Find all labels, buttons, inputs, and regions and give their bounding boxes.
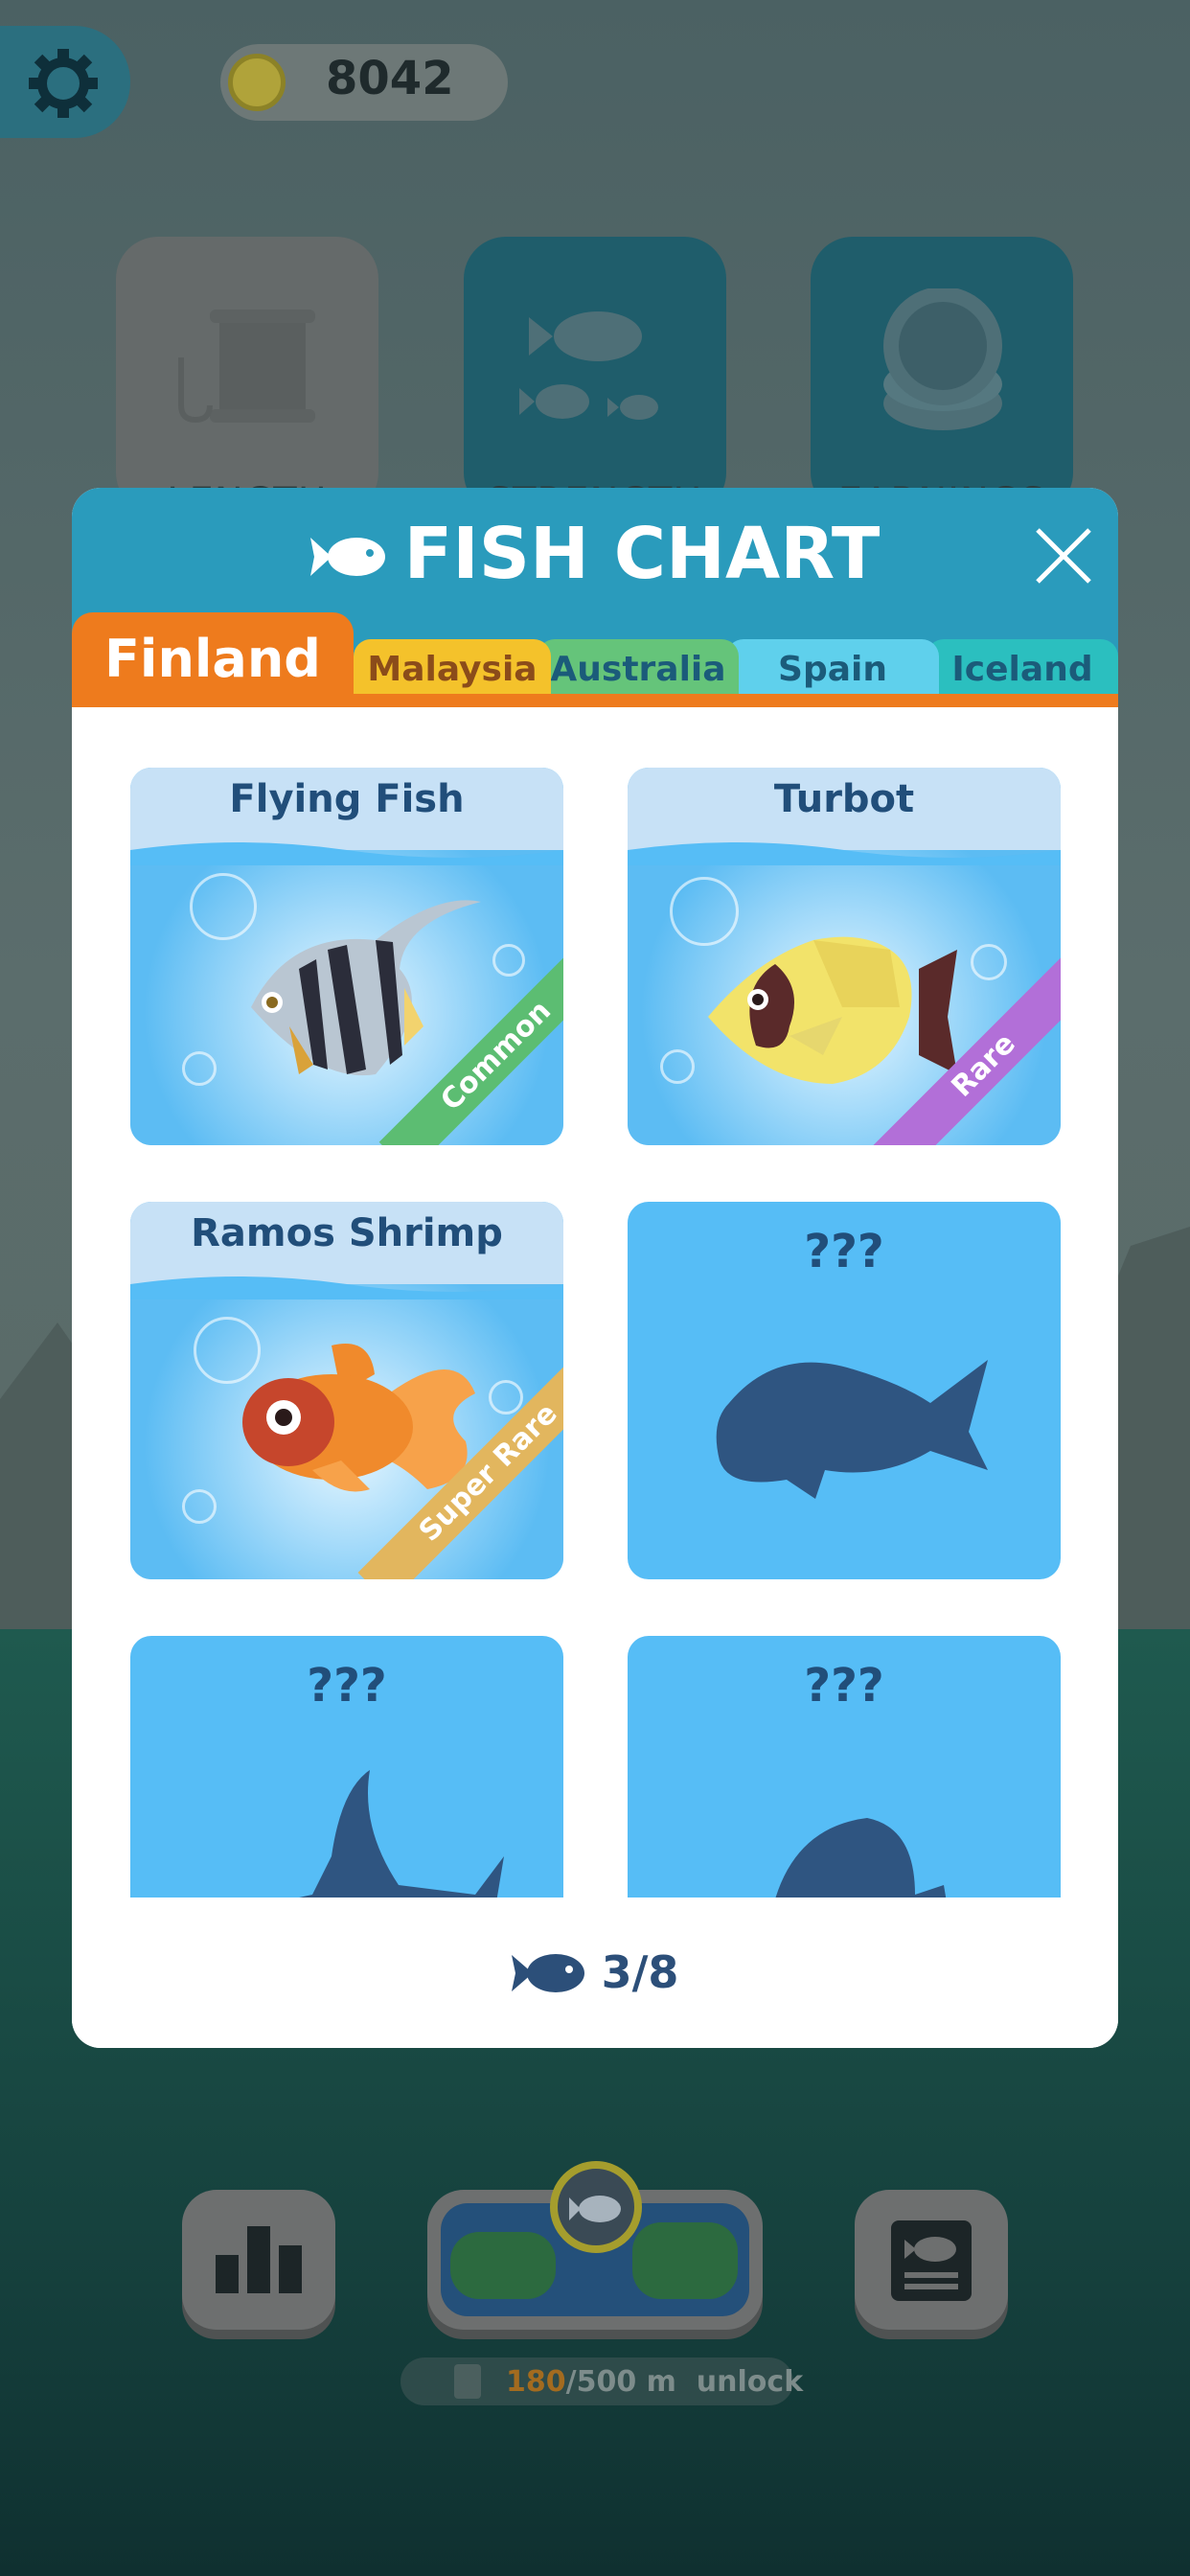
- tab-finland[interactable]: Finland: [72, 612, 354, 706]
- fish-name: ???: [804, 1659, 884, 1713]
- fish-chart-dialog: FISH CHART Iceland Spain Australia Malay…: [72, 488, 1118, 2048]
- gear-icon: [29, 49, 98, 118]
- upgrade-length-button[interactable]: LENGTH: [116, 237, 378, 524]
- fish-book-button[interactable]: [855, 2190, 1008, 2330]
- fish-icon: [511, 1954, 584, 1992]
- coin-counter: 8042: [220, 44, 508, 121]
- spool-icon: [454, 2364, 481, 2399]
- fish-card-turbot[interactable]: Turbot Rare: [628, 768, 1061, 1145]
- tab-spain[interactable]: Spain: [726, 639, 939, 701]
- tab-australia[interactable]: Australia: [538, 639, 739, 701]
- bar-chart-icon: [216, 2226, 302, 2293]
- fish-silhouette-icon: [716, 1360, 988, 1499]
- fish-card-ramos-shrimp[interactable]: Ramos Shrimp Super Rare: [130, 1202, 563, 1579]
- coin-stack-icon: [883, 288, 1002, 430]
- unlock-target-depth: /500 m unlock: [565, 2365, 804, 2399]
- dialog-title: FISH CHART: [72, 513, 1118, 595]
- angelfish-icon: [251, 900, 481, 1076]
- fish-name: ???: [307, 1659, 387, 1713]
- butterflyfish-icon: [708, 936, 957, 1084]
- unlock-current-depth: 180: [506, 2365, 566, 2399]
- tabs-underline: [72, 694, 1118, 707]
- dialog-header: FISH CHART Iceland Spain Australia Malay…: [72, 488, 1118, 707]
- fish-group-icon: [519, 311, 658, 420]
- stats-button[interactable]: [182, 2190, 335, 2330]
- upgrade-earnings-button[interactable]: EARNINGS: [811, 237, 1073, 524]
- tab-malaysia[interactable]: Malaysia: [354, 639, 551, 701]
- map-pin-icon: [550, 2161, 642, 2253]
- fish-name: Ramos Shrimp: [191, 1211, 503, 1255]
- fish-progress-counter: 3/8: [72, 1946, 1118, 1998]
- card-wave: [130, 1276, 563, 1300]
- fish-name: Flying Fish: [229, 777, 465, 821]
- coin-icon: [228, 54, 286, 111]
- spool-icon: [178, 310, 315, 424]
- book-icon: [891, 2220, 972, 2301]
- fish-name: Turbot: [773, 777, 915, 821]
- unlock-progress: 180/500 m unlock: [400, 2358, 803, 2405]
- dialog-title-text: FISH CHART: [403, 513, 881, 595]
- coin-value: 8042: [326, 52, 454, 105]
- fish-icon: [309, 538, 385, 576]
- card-wave: [628, 842, 1061, 865]
- upgrade-strength-button[interactable]: STRENGTH: [464, 237, 726, 524]
- fish-progress-value: 3/8: [601, 1946, 679, 1998]
- card-wave: [130, 842, 563, 865]
- settings-button[interactable]: [0, 26, 130, 138]
- tab-iceland[interactable]: Iceland: [927, 639, 1118, 701]
- fish-name: ???: [804, 1225, 884, 1278]
- fish-card-locked[interactable]: ???: [628, 1202, 1061, 1579]
- fish-card-flying-fish[interactable]: Flying Fish Common: [130, 768, 563, 1145]
- close-icon[interactable]: [1032, 524, 1095, 587]
